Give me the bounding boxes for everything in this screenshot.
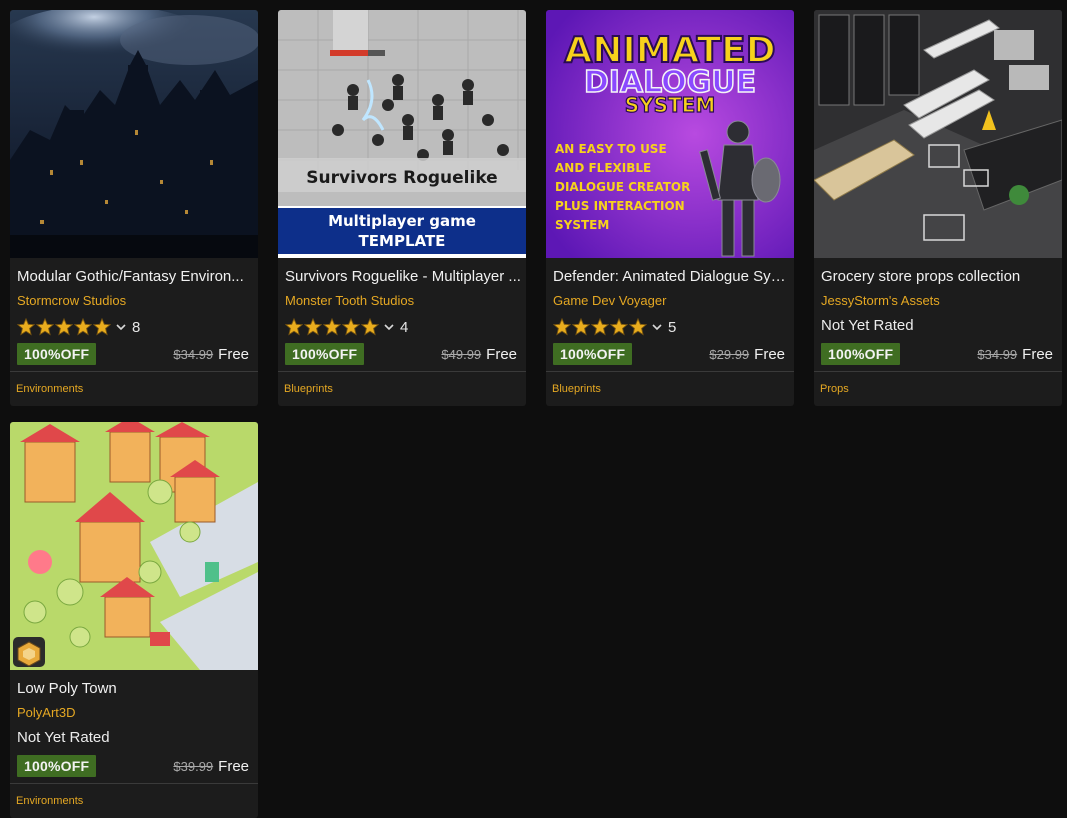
product-publisher[interactable]: Monster Tooth Studios (285, 293, 521, 308)
thumb-text: DIALOGUE CREATOR (555, 180, 690, 194)
current-price: Free (1022, 345, 1053, 363)
star-rating (285, 318, 379, 336)
divider (10, 783, 258, 784)
current-price: Free (218, 345, 249, 363)
product-grid: Modular Gothic/Fantasy Environ... Stormc… (0, 0, 1067, 818)
star-icon (629, 318, 647, 336)
thumb-text: SYSTEM (625, 93, 716, 117)
chevron-down-icon[interactable] (115, 321, 127, 333)
product-publisher[interactable]: JessyStorm's Assets (821, 293, 1057, 308)
thumb-text: Survivors Roguelike (306, 168, 497, 188)
divider (814, 371, 1062, 372)
review-count: 5 (668, 318, 677, 336)
star-icon (323, 318, 341, 336)
product-card[interactable]: Low Poly Town PolyArt3D Not Yet Rated 10… (10, 422, 258, 818)
star-icon (304, 318, 322, 336)
star-icon (36, 318, 54, 336)
price-row: 100%OFF $34.99 Free (17, 342, 249, 366)
product-thumbnail[interactable] (10, 422, 258, 670)
current-price: Free (754, 345, 785, 363)
product-title[interactable]: Modular Gothic/Fantasy Environ... (17, 268, 253, 285)
star-icon (591, 318, 609, 336)
product-card[interactable]: Grocery store props collection JessyStor… (814, 10, 1062, 406)
star-icon (74, 318, 92, 336)
review-count: 4 (400, 318, 409, 336)
product-card[interactable]: Modular Gothic/Fantasy Environ... Stormc… (10, 10, 258, 406)
rating-status: Not Yet Rated (17, 729, 110, 746)
product-title[interactable]: Low Poly Town (17, 680, 253, 697)
thumb-text: Multiplayer game (328, 212, 476, 230)
thumb-text: template (359, 232, 446, 250)
chevron-down-icon[interactable] (651, 321, 663, 333)
product-title[interactable]: Defender: Animated Dialogue Sys... (553, 268, 789, 285)
category-link[interactable]: Environments (16, 795, 83, 807)
product-rating[interactable]: 5 (553, 316, 676, 338)
current-price: Free (486, 345, 517, 363)
discount-badge: 100%OFF (17, 755, 97, 777)
review-count: 8 (132, 318, 141, 336)
star-icon (361, 318, 379, 336)
thumb-text: AND FLEXIBLE (555, 161, 651, 175)
original-price: $39.99 (173, 758, 214, 774)
product-card[interactable]: ANIMATED DIALOGUE SYSTEM AN EASY TO USE … (546, 10, 794, 406)
star-rating (17, 318, 111, 336)
original-price: $34.99 (977, 346, 1018, 362)
price-row: 100%OFF $34.99 Free (821, 342, 1053, 366)
product-card[interactable]: Survivors Roguelike Multiplayer game tem… (278, 10, 526, 406)
star-icon (342, 318, 360, 336)
star-icon (572, 318, 590, 336)
product-rating[interactable]: 8 (17, 316, 140, 338)
product-thumbnail[interactable]: ANIMATED DIALOGUE SYSTEM AN EASY TO USE … (546, 10, 794, 258)
price-row: 100%OFF $39.99 Free (17, 754, 249, 778)
product-publisher[interactable]: Game Dev Voyager (553, 293, 789, 308)
category-link[interactable]: Props (820, 383, 849, 395)
category-link[interactable]: Environments (16, 383, 83, 395)
original-price: $49.99 (441, 346, 482, 362)
discount-badge: 100%OFF (821, 343, 901, 365)
divider (278, 371, 526, 372)
current-price: Free (218, 757, 249, 775)
product-thumbnail[interactable]: Survivors Roguelike Multiplayer game tem… (278, 10, 526, 258)
star-icon (553, 318, 571, 336)
original-price: $34.99 (173, 346, 214, 362)
price-row: 100%OFF $29.99 Free (553, 342, 785, 366)
price-row: 100%OFF $49.99 Free (285, 342, 517, 366)
product-thumbnail[interactable] (814, 10, 1062, 258)
product-rating[interactable]: 4 (285, 316, 408, 338)
divider (546, 371, 794, 372)
product-title[interactable]: Grocery store props collection (821, 268, 1057, 285)
star-icon (17, 318, 35, 336)
category-link[interactable]: Blueprints (552, 383, 601, 395)
product-thumbnail[interactable] (10, 10, 258, 258)
thumb-text: SYSTEM (555, 218, 609, 232)
category-link[interactable]: Blueprints (284, 383, 333, 395)
star-icon (93, 318, 111, 336)
star-icon (610, 318, 628, 336)
star-icon (285, 318, 303, 336)
discount-badge: 100%OFF (17, 343, 97, 365)
product-publisher[interactable]: Stormcrow Studios (17, 293, 253, 308)
original-price: $29.99 (709, 346, 750, 362)
rating-status: Not Yet Rated (821, 317, 914, 334)
discount-badge: 100%OFF (553, 343, 633, 365)
product-publisher[interactable]: PolyArt3D (17, 705, 253, 720)
discount-badge: 100%OFF (285, 343, 365, 365)
star-rating (553, 318, 647, 336)
star-icon (55, 318, 73, 336)
divider (10, 371, 258, 372)
chevron-down-icon[interactable] (383, 321, 395, 333)
thumb-text: AN EASY TO USE (555, 142, 667, 156)
product-title[interactable]: Survivors Roguelike - Multiplayer ... (285, 268, 521, 285)
thumb-text: PLUS INTERACTION (555, 199, 685, 213)
